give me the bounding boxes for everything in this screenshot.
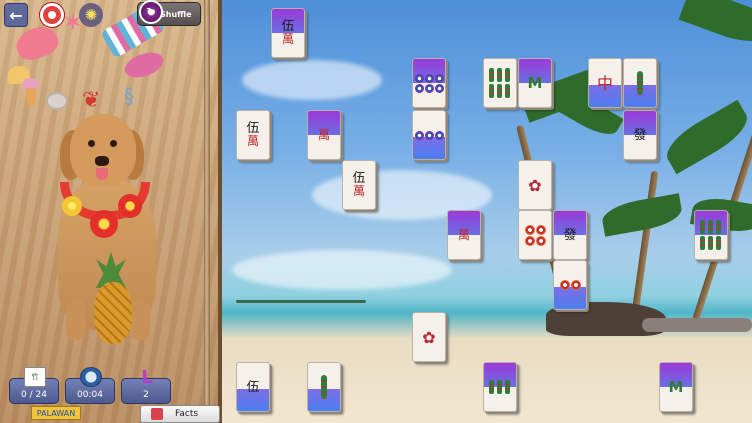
flip-flops-decoration bbox=[121, 47, 167, 83]
mahjong-tile[interactable] bbox=[623, 58, 657, 108]
character-5-icon: 伍 bbox=[246, 379, 260, 395]
mahjong-tile[interactable]: 發 bbox=[623, 110, 657, 160]
mahjong-tile[interactable] bbox=[553, 260, 587, 310]
timer-value: 00:04 bbox=[77, 390, 103, 400]
hibiscus-icon bbox=[62, 196, 82, 216]
mahjong-tile[interactable]: M bbox=[518, 58, 552, 108]
lifebuoy-icon bbox=[48, 11, 56, 19]
facts-label: Facts bbox=[175, 409, 199, 419]
pineapple-icon bbox=[94, 282, 132, 344]
mahjong-tile[interactable]: 萬 bbox=[307, 110, 341, 160]
driftwood-log bbox=[642, 318, 752, 332]
level-icon: L bbox=[141, 366, 153, 388]
mahjong-tile[interactable]: ✿ bbox=[518, 160, 552, 210]
circles-icon bbox=[524, 224, 546, 246]
coral-icon: ❦ bbox=[82, 88, 101, 113]
matched-value: 0 / 24 bbox=[21, 390, 47, 400]
mahjong-tile[interactable]: 發 bbox=[553, 210, 587, 260]
ice-cream-icon bbox=[26, 88, 36, 106]
dog-leg bbox=[130, 300, 150, 340]
bamboo-m-icon: M bbox=[527, 74, 543, 92]
red-dragon-icon: 中 bbox=[596, 73, 613, 93]
circles-icon bbox=[559, 280, 581, 290]
mahjong-tile[interactable]: ✿ bbox=[412, 312, 446, 362]
location-label: PALAWAN bbox=[31, 406, 81, 420]
one-bamboo-icon bbox=[321, 375, 327, 399]
shuffle-label: Shuffle bbox=[160, 9, 192, 19]
dog-leg bbox=[66, 300, 86, 340]
bamboo-m-icon: M bbox=[668, 378, 684, 396]
mahjong-tile[interactable]: M bbox=[659, 362, 693, 412]
flower-icon: ✿ bbox=[422, 327, 436, 347]
hint-button[interactable]: ✺ bbox=[79, 3, 103, 27]
mahjong-tile[interactable]: 伍萬 bbox=[271, 8, 305, 58]
mahjong-tile[interactable] bbox=[518, 210, 552, 260]
shuffle-icon[interactable]: ↻ bbox=[139, 0, 163, 24]
character-5-icon: 伍萬 bbox=[246, 121, 260, 148]
mahjong-tile[interactable] bbox=[483, 58, 517, 108]
cloud bbox=[242, 60, 382, 100]
mahjong-tile[interactable] bbox=[483, 362, 517, 412]
green-dragon-icon: 發 bbox=[563, 227, 577, 243]
panel-rail bbox=[204, 0, 210, 423]
character-wan-icon: 萬 bbox=[457, 227, 470, 242]
hibiscus-icon bbox=[90, 210, 118, 238]
bamboo-icon bbox=[489, 380, 511, 394]
tiles-icon: 竹 bbox=[24, 367, 46, 387]
one-bamboo-icon bbox=[637, 71, 643, 95]
palm-frond bbox=[600, 193, 684, 237]
mahjong-tile[interactable] bbox=[694, 210, 728, 260]
dog-eye bbox=[88, 140, 95, 147]
clock-icon bbox=[80, 367, 102, 387]
character-5-icon: 伍萬 bbox=[352, 171, 366, 198]
seahorse-icon: § bbox=[124, 84, 134, 108]
nautilus-shell-icon bbox=[46, 92, 68, 110]
mahjong-tile[interactable] bbox=[307, 362, 341, 412]
palm-trunk bbox=[632, 170, 659, 311]
dog-nose bbox=[95, 156, 109, 166]
bamboo-icon bbox=[489, 68, 511, 98]
character-wan-icon: 萬 bbox=[317, 127, 330, 142]
dog-tongue bbox=[96, 168, 108, 180]
lightbulb-icon: ✺ bbox=[84, 6, 98, 24]
character-5-icon: 伍萬 bbox=[281, 19, 295, 46]
dog-eye bbox=[110, 140, 117, 147]
mahjong-tile[interactable]: 伍萬 bbox=[236, 110, 270, 160]
crab-decoration bbox=[12, 21, 62, 65]
back-button[interactable]: ← bbox=[4, 3, 28, 27]
palm-frond bbox=[659, 99, 752, 175]
palm-frond bbox=[678, 0, 752, 51]
circles-icon bbox=[414, 130, 444, 140]
cloud bbox=[232, 250, 452, 290]
mahjong-tile[interactable]: 伍萬 bbox=[342, 160, 376, 210]
help-lifebuoy-button[interactable] bbox=[40, 3, 64, 27]
mahjong-tile[interactable]: 伍 bbox=[236, 362, 270, 412]
side-panel: ✶ ❦ § bbox=[0, 0, 222, 423]
level-value: 2 bbox=[143, 390, 149, 400]
hibiscus-icon bbox=[118, 194, 142, 218]
book-icon bbox=[151, 408, 163, 420]
mahjong-tile[interactable] bbox=[412, 58, 446, 108]
circles-icon bbox=[414, 73, 444, 93]
green-dragon-icon: 發 bbox=[633, 127, 647, 143]
flower-icon: ✿ bbox=[528, 175, 542, 195]
distant-island bbox=[236, 300, 366, 303]
game-board: 伍萬 伍萬 萬 伍萬 M 中 發 ✿ 萬 發 ✿ 伍 M bbox=[222, 0, 752, 423]
mahjong-tile[interactable] bbox=[412, 110, 446, 160]
bamboo-icon bbox=[700, 220, 722, 250]
mahjong-tile[interactable]: 萬 bbox=[447, 210, 481, 260]
mahjong-tile[interactable]: 中 bbox=[588, 58, 622, 108]
